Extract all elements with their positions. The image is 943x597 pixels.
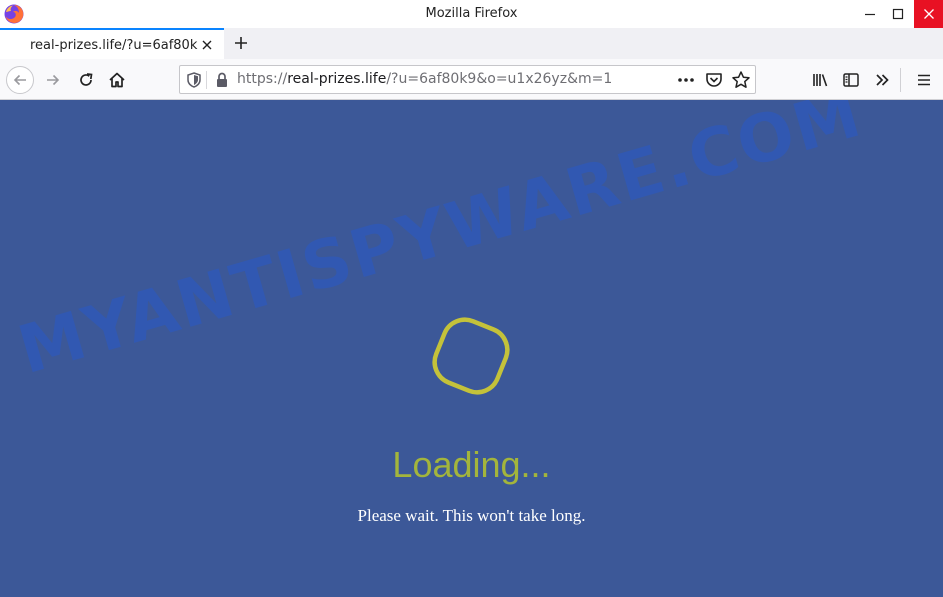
toolbar-divider <box>900 68 901 92</box>
back-button[interactable] <box>6 66 34 94</box>
reload-button[interactable] <box>72 66 100 94</box>
title-bar: Mozilla Firefox <box>0 0 943 29</box>
app-menu-button[interactable] <box>910 66 938 94</box>
forward-arrow-icon <box>47 74 60 86</box>
plus-icon <box>235 37 247 49</box>
star-icon[interactable] <box>731 70 751 90</box>
tab-strip: real-prizes.life/?u=6af80k9&o=u1x26yz&m=… <box>0 28 943 59</box>
url-text[interactable]: https://real-prizes.life/?u=6af80k9&o=u1… <box>237 66 612 93</box>
url-bar-divider <box>206 71 207 89</box>
window-title: Mozilla Firefox <box>425 6 518 21</box>
wait-message: Please wait. This won't take long. <box>357 506 586 525</box>
minimize-icon <box>865 13 875 16</box>
sidebar-icon <box>843 73 859 87</box>
home-icon <box>109 72 125 88</box>
new-tab-button[interactable] <box>229 31 253 55</box>
url-path: /?u=6af80k9&o=u1x26yz&m=1 <box>386 71 613 87</box>
maximize-button[interactable] <box>884 0 912 28</box>
tab-close-icon <box>202 40 212 50</box>
lock-icon[interactable] <box>213 71 231 89</box>
tab-close-button[interactable] <box>198 36 216 54</box>
loading-text: Loading... <box>392 444 551 485</box>
hamburger-menu-icon <box>918 74 930 86</box>
navigation-toolbar: https://real-prizes.life/?u=6af80k9&o=u1… <box>0 59 943 100</box>
shield-icon[interactable] <box>185 71 203 89</box>
library-button[interactable] <box>806 66 834 94</box>
pocket-icon[interactable] <box>704 70 724 90</box>
back-arrow-icon <box>13 74 26 86</box>
minimize-button[interactable] <box>856 0 884 28</box>
forward-button[interactable] <box>39 66 67 94</box>
maximize-icon <box>892 8 904 20</box>
close-button[interactable] <box>914 0 943 28</box>
page-content: MYANTISPYWARE.COM Loading... Please wait… <box>0 100 943 597</box>
url-bar[interactable]: https://real-prizes.life/?u=6af80k9&o=u1… <box>179 65 756 94</box>
sidebar-button[interactable] <box>837 66 865 94</box>
tab-label: real-prizes.life/?u=6af80k9&o=u1x26yz&m=… <box>30 38 198 53</box>
tab-active[interactable]: real-prizes.life/?u=6af80k9&o=u1x26yz&m=… <box>0 28 224 59</box>
url-host: real-prizes.life <box>287 71 387 87</box>
chevron-double-right-icon <box>876 74 889 86</box>
overflow-button[interactable] <box>868 66 896 94</box>
loading-spinner-icon <box>432 317 510 395</box>
url-scheme: https:// <box>237 71 288 87</box>
more-icon[interactable] <box>675 71 697 89</box>
close-icon <box>923 9 934 19</box>
library-icon <box>813 74 828 87</box>
home-button[interactable] <box>103 66 131 94</box>
reload-icon <box>80 73 93 86</box>
